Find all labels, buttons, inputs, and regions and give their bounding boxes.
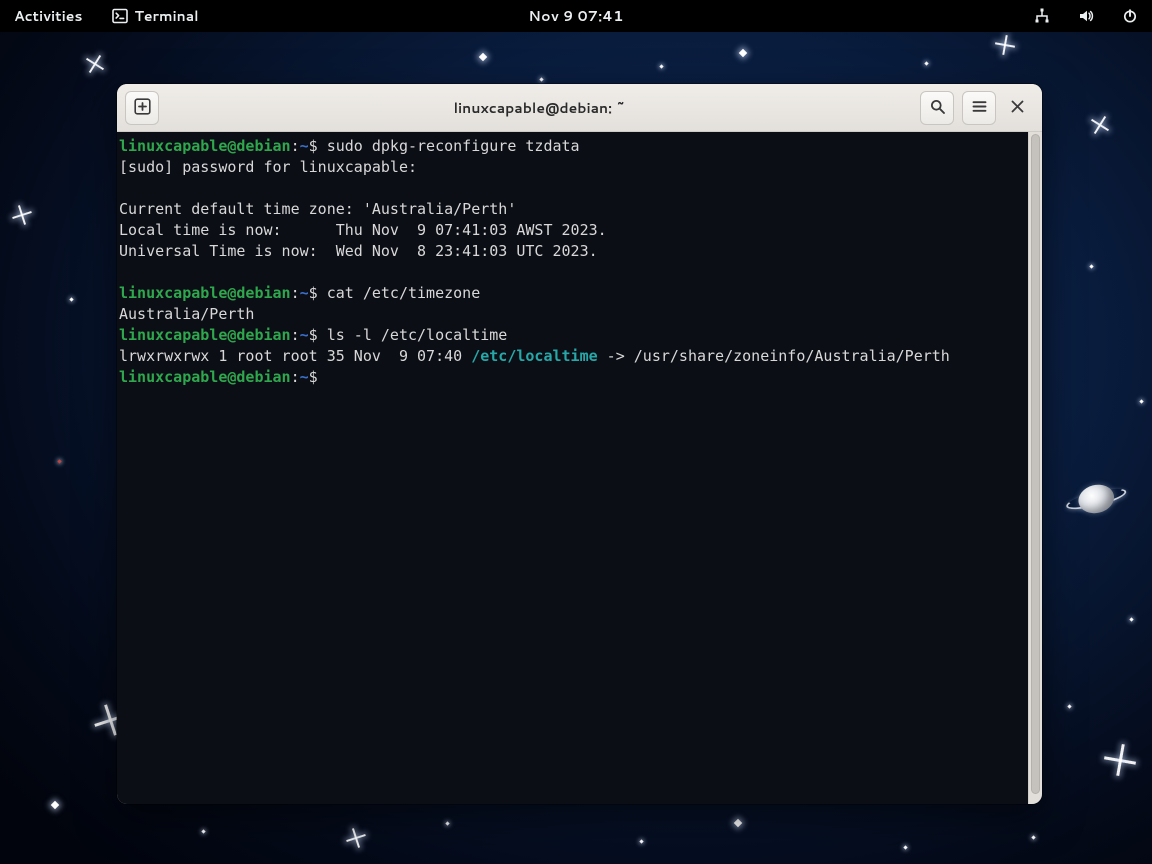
new-tab-icon [134,98,151,118]
terminal-scrollbar[interactable] [1028,132,1042,804]
prompt-user: linuxcapable@debian [119,326,291,344]
star-icon [639,839,643,843]
star-icon [1139,399,1143,403]
window-titlebar[interactable]: linuxcapable@debian: ~ [117,84,1042,132]
prompt-path: ~ [300,368,309,386]
terminal-window: linuxcapable@debian: ~ [117,84,1042,804]
star-icon [479,53,487,61]
hamburger-icon [971,98,988,118]
prompt-user: linuxcapable@debian [119,284,291,302]
power-status-icon[interactable] [1114,4,1146,28]
star-icon [659,64,663,68]
output-line: Universal Time is now: Wed Nov 8 23:41:0… [119,242,598,260]
star-icon [1089,264,1093,268]
prompt-path: ~ [300,284,309,302]
search-button[interactable] [920,91,954,125]
output-line: -> /usr/share/zoneinfo/Australia/Perth [598,347,950,365]
search-icon [929,98,946,118]
close-icon [1011,98,1024,118]
close-window-button[interactable] [1000,91,1034,125]
prompt-path: ~ [300,137,309,155]
prompt-sigil: $ [309,137,327,155]
clock-label: Nov 9 07:41 [528,6,623,26]
star-icon [51,801,59,809]
terminal-content[interactable]: linuxcapable@debian:~$ sudo dpkg-reconfi… [117,132,1028,804]
hamburger-menu-button[interactable] [962,91,996,125]
volume-status-icon[interactable] [1070,4,1102,28]
prompt-colon: : [291,368,300,386]
prompt-colon: : [291,284,300,302]
star-icon [539,77,543,81]
new-tab-button[interactable] [125,91,159,125]
star-icon [1067,704,1071,708]
star-icon [69,297,73,301]
star-icon [57,459,61,463]
network-status-icon[interactable] [1026,4,1058,28]
window-title: linuxcapable@debian: ~ [159,98,920,118]
command-text: ls -l /etc/localtime [327,326,508,344]
gnome-topbar: Activities Terminal Nov 9 07:41 [0,0,1152,32]
command-text: sudo dpkg-reconfigure tzdata [327,137,580,155]
star-icon [445,821,449,825]
output-line: Local time is now: Thu Nov 9 07:41:03 AW… [119,221,607,239]
output-line: Australia/Perth [119,305,254,323]
output-line: Current default time zone: 'Australia/Pe… [119,200,516,218]
scrollbar-thumb[interactable] [1031,134,1040,794]
star-icon [1129,617,1133,621]
activities-label: Activities [14,6,82,26]
star-icon [924,61,928,65]
output-line: lrwxrwxrwx 1 root root 35 Nov 9 07:40 [119,347,471,365]
star-icon [739,49,747,57]
prompt-path: ~ [300,326,309,344]
star-icon [903,845,907,849]
planet-icon [1064,474,1127,522]
clock-button[interactable]: Nov 9 07:41 [520,2,631,30]
star-icon [1031,835,1035,839]
star-icon [201,829,205,833]
terminal-icon [112,8,128,24]
prompt-sigil: $ [309,368,327,386]
prompt-user: linuxcapable@debian [119,137,291,155]
app-menu[interactable]: Terminal [104,2,206,30]
activities-button[interactable]: Activities [6,2,90,30]
prompt-user: linuxcapable@debian [119,368,291,386]
command-text: cat /etc/timezone [327,284,481,302]
app-menu-label: Terminal [134,6,198,26]
output-line: [sudo] password for linuxcapable: [119,158,426,176]
prompt-colon: : [291,326,300,344]
prompt-sigil: $ [309,284,327,302]
prompt-sigil: $ [309,326,327,344]
terminal-viewport[interactable]: linuxcapable@debian:~$ sudo dpkg-reconfi… [117,132,1042,804]
star-icon [734,819,742,827]
prompt-colon: : [291,137,300,155]
symlink-name: /etc/localtime [471,347,597,365]
